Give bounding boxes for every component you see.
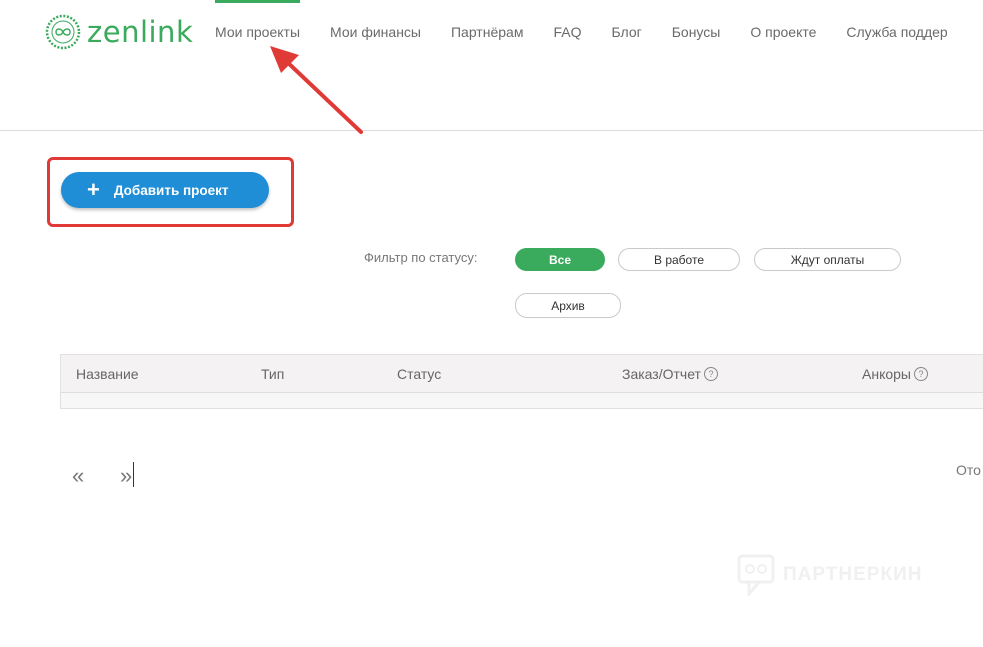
annotation-arrow-icon: [270, 46, 363, 134]
